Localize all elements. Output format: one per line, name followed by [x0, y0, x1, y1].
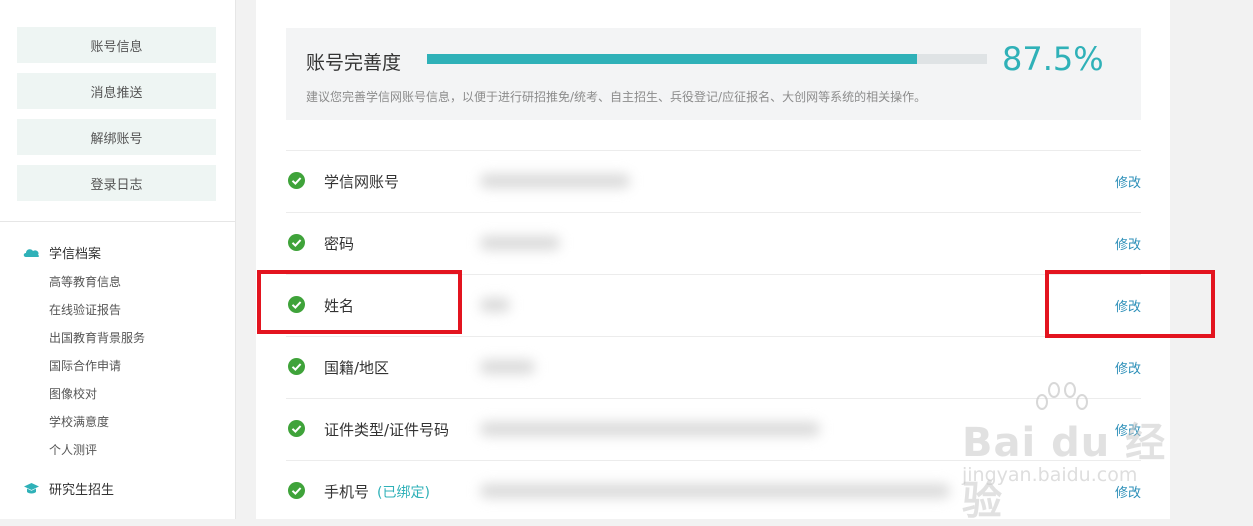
sidebar-section-title: 学信档案	[49, 247, 102, 262]
edit-nationality-link[interactable]: 修改	[1115, 358, 1141, 377]
edit-password-link[interactable]: 修改	[1115, 234, 1141, 253]
highlight-box-edit-link	[1045, 270, 1215, 338]
sidebar-item-higher-education-info[interactable]: 高等教育信息	[49, 273, 121, 290]
field-label: 学信网账号	[324, 173, 400, 191]
check-circle-icon	[288, 420, 305, 437]
field-value-blurred	[480, 236, 560, 250]
edit-id-document-link[interactable]: 修改	[1115, 420, 1141, 439]
info-row-phone: 手机号 (已绑定) 修改	[286, 460, 1141, 522]
field-value-blurred	[480, 298, 510, 312]
phone-label: 手机号	[324, 483, 370, 501]
field-label: 密码	[324, 235, 355, 253]
field-label: 国籍/地区	[324, 359, 390, 377]
sidebar-divider	[0, 221, 236, 222]
field-value-blurred	[480, 174, 630, 188]
field-label: 手机号 (已绑定)	[324, 481, 430, 502]
field-value-blurred	[480, 484, 950, 498]
completion-progress-bar	[427, 54, 987, 64]
completion-progress-fill	[427, 54, 917, 64]
sidebar-item-image-proofreading[interactable]: 图像校对	[49, 385, 97, 402]
check-circle-icon	[288, 358, 305, 375]
message-push-button[interactable]: 消息推送	[17, 73, 216, 109]
info-row-account: 学信网账号 修改	[286, 150, 1141, 212]
sidebar-item-international-cooperation[interactable]: 国际合作申请	[49, 357, 121, 374]
sidebar-item-school-satisfaction[interactable]: 学校满意度	[49, 413, 109, 430]
highlight-box-name-label	[257, 270, 462, 334]
edit-account-link[interactable]: 修改	[1115, 172, 1141, 191]
field-label: 证件类型/证件号码	[324, 421, 450, 439]
bound-status: (已绑定)	[377, 485, 430, 501]
completion-note: 建议您完善学信网账号信息，以便于进行研招推免/统考、自主招生、兵役登记/应征报名…	[306, 90, 927, 104]
info-row-nationality: 国籍/地区 修改	[286, 336, 1141, 398]
sidebar-section-xuexin-archive[interactable]: 学信档案	[22, 243, 101, 262]
account-completion-box: 账号完善度 87.5% 建议您完善学信网账号信息，以便于进行研招推免/统考、自主…	[286, 28, 1141, 120]
sidebar: 账号信息 消息推送 解绑账号 登录日志 学信档案 高等教育信息 在线验证报告 出…	[0, 0, 236, 519]
account-info-panel: 账号完善度 87.5% 建议您完善学信网账号信息，以便于进行研招推免/统考、自主…	[256, 0, 1170, 519]
check-circle-icon	[288, 172, 305, 189]
field-value-blurred	[480, 422, 820, 436]
completion-percent: 87.5%	[1002, 40, 1104, 78]
sidebar-item-online-verification-report[interactable]: 在线验证报告	[49, 301, 121, 318]
sidebar-item-personal-assessment[interactable]: 个人测评	[49, 441, 97, 458]
check-circle-icon	[288, 482, 305, 499]
sidebar-section-title: 研究生招生	[49, 483, 115, 498]
graduation-cap-icon	[22, 482, 40, 495]
edit-phone-link[interactable]: 修改	[1115, 482, 1141, 501]
field-value-blurred	[480, 360, 535, 374]
account-info-button[interactable]: 账号信息	[17, 27, 216, 63]
info-row-password: 密码 修改	[286, 212, 1141, 274]
sidebar-item-overseas-education-background[interactable]: 出国教育背景服务	[49, 329, 145, 346]
check-circle-icon	[288, 234, 305, 251]
info-row-id-document: 证件类型/证件号码 修改	[286, 398, 1141, 460]
cloud-icon	[22, 247, 40, 258]
completion-label: 账号完善度	[306, 52, 402, 74]
login-log-button[interactable]: 登录日志	[17, 165, 216, 201]
unbind-account-button[interactable]: 解绑账号	[17, 119, 216, 155]
sidebar-section-graduate-admission[interactable]: 研究生招生	[22, 479, 114, 498]
